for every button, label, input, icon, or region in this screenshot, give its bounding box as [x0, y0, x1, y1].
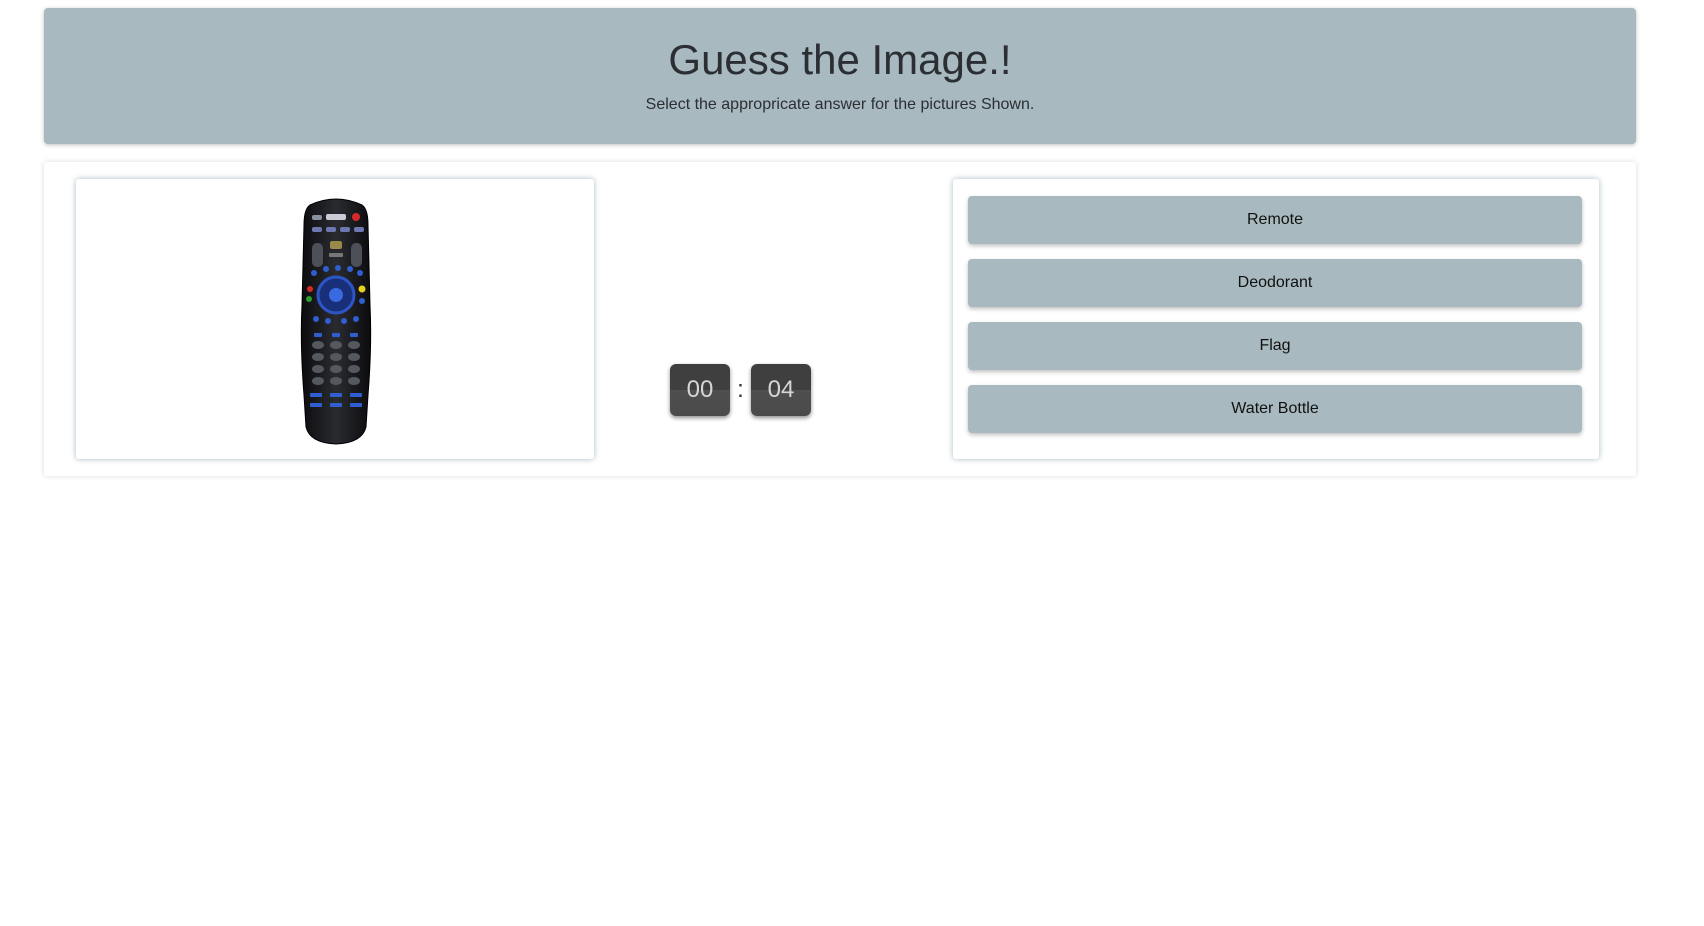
page-header: Guess the Image.! Select the appropricat…: [44, 8, 1636, 144]
page-title: Guess the Image.!: [668, 36, 1012, 83]
answer-button-flag[interactable]: Flag: [968, 322, 1582, 370]
answer-button-remote[interactable]: Remote: [968, 196, 1582, 244]
remote-control-image: [296, 195, 376, 445]
countdown-timer: 00 : 04: [670, 364, 811, 416]
answer-button-water-bottle[interactable]: Water Bottle: [968, 385, 1582, 433]
question-image-card: [76, 179, 594, 459]
answer-options: Remote Deodorant Flag Water Bottle: [953, 179, 1599, 459]
answer-button-deodorant[interactable]: Deodorant: [968, 259, 1582, 307]
timer-seconds: 04: [751, 364, 811, 416]
timer-separator: :: [737, 376, 744, 403]
remote-control-icon: [300, 198, 372, 445]
page-subtitle: Select the appropricate answer for the p…: [645, 96, 1035, 113]
timer-minutes: 00: [670, 364, 730, 416]
quiz-panel: 00 : 04 Remote Deodorant Flag Water Bott…: [44, 162, 1636, 476]
